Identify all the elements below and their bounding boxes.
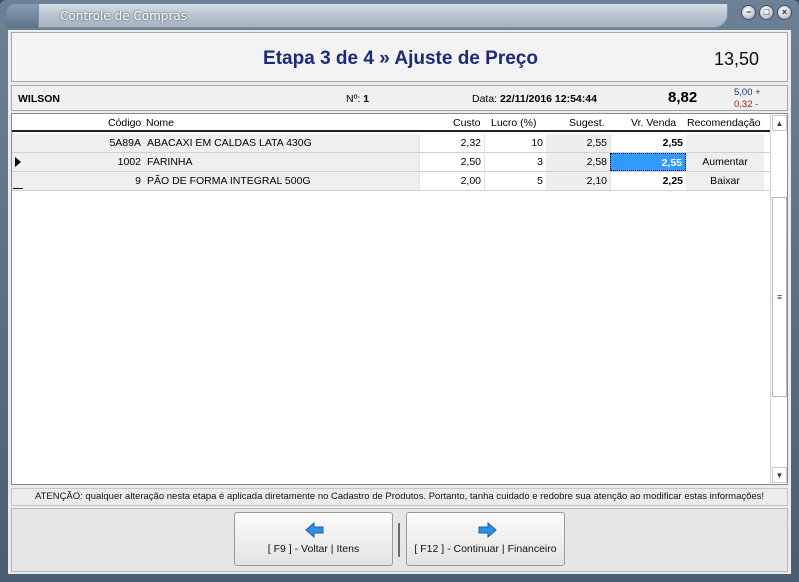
cell-codigo: 9 [28,172,144,190]
minimize-icon: − [745,7,752,17]
scroll-grip-icon: ≡ [777,292,783,302]
client-area: Etapa 3 de 4 » Ajuste de Preço 13,50 WIL… [8,30,791,574]
cell-sugest: 2,55 [546,134,610,152]
arrow-right-icon [478,522,497,538]
scroll-up-button[interactable]: ▲ [772,115,787,131]
warning-message: ATENÇÃO: qualquer alteração nesta etapa … [11,488,788,506]
info-panel: WILSON Nº: 1 Data: 22/11/2016 12:54:44 8… [11,85,788,111]
plus-value: 5,00 + [734,87,761,98]
title-bar[interactable]: Controle de Compras − □ × [0,0,799,30]
row-indicator-cell [12,134,28,152]
number-value: 1 [363,93,370,105]
total-value: 13,50 [713,49,759,69]
cell-custo[interactable]: 2,50 [419,153,484,171]
cell-lucro[interactable]: 5 [484,172,546,190]
maximize-icon: □ [763,7,770,17]
price-grid[interactable]: Código Nome Custo Lucro (%) Sugest. Vr. … [11,113,788,485]
cell-venda[interactable]: 2,25 [610,172,686,190]
cell-nome: ABACAXI EM CALDAS LATA 430G [144,134,419,152]
cell-lucro[interactable]: 3 [484,153,546,171]
cell-nome: PÃO DE FORMA INTEGRAL 500G [144,172,419,190]
window-title: Controle de Compras [60,9,187,23]
close-icon: × [781,7,788,17]
cell-sugest: 2,10 [546,172,610,190]
col-header-recomendacao[interactable]: Recomendação [687,117,761,129]
date-label: Data: [472,93,498,105]
scroll-down-button[interactable]: ▼ [772,467,787,483]
minimize-button[interactable]: − [741,5,756,20]
col-header-nome[interactable]: Nome [146,117,174,129]
cell-sugest: 2,58 [546,153,610,171]
date-field: Data: 22/11/2016 12:54:44 [472,93,597,105]
col-header-codigo[interactable]: Código [108,117,141,129]
supplier-name: WILSON [18,93,60,105]
col-header-custo[interactable]: Custo [453,117,480,129]
cell-recomendacao: Baixar [686,172,764,190]
current-row-arrow-icon [15,157,21,167]
col-header-venda[interactable]: Vr. Venda [631,117,676,129]
scroll-up-icon: ▲ [775,119,784,128]
cell-venda[interactable]: 2,55 [610,134,686,152]
maximize-button[interactable]: □ [759,5,774,20]
cell-recomendacao: Aumentar [686,153,764,171]
date-value: 22/11/2016 12:54:44 [500,93,597,105]
number-field: Nº: 1 [346,93,369,105]
minus-value: 0,32 - [734,99,759,110]
continue-button[interactable]: [ F12 ] - Continuar | Financeiro [406,512,565,566]
grid-header: Código Nome Custo Lucro (%) Sugest. Vr. … [12,114,770,132]
grid-body: Código Nome Custo Lucro (%) Sugest. Vr. … [12,114,770,484]
summary-value: 8,82 [668,89,698,106]
cell-codigo: 1002 [28,153,144,171]
cell-nome: FARINHA [144,153,419,171]
col-header-lucro[interactable]: Lucro (%) [491,117,537,129]
row-indicator-cell [12,172,28,190]
header-panel: Etapa 3 de 4 » Ajuste de Preço 13,50 [11,32,788,82]
footer-bar: [ F9 ] - Voltar | Itens [ F12 ] - Contin… [11,508,788,572]
scroll-down-icon: ▼ [775,471,784,480]
cell-codigo: 5A89A [28,134,144,152]
main-window: Controle de Compras − □ × Etapa 3 de 4 »… [0,0,799,582]
scroll-thumb[interactable]: ≡ [772,197,787,397]
number-label: Nº: [346,93,361,105]
close-button[interactable]: × [777,5,792,20]
cell-custo[interactable]: 2,00 [419,172,484,190]
arrow-left-icon [305,522,324,538]
table-row[interactable]: 5A89A ABACAXI EM CALDAS LATA 430G 2,32 1… [12,134,770,153]
vertical-scrollbar[interactable]: ▲ ≡ ▼ [770,114,787,484]
table-row[interactable]: 9 PÃO DE FORMA INTEGRAL 500G 2,00 5 2,10… [12,172,770,191]
back-button-label: [ F9 ] - Voltar | Itens [267,543,360,555]
cell-venda-selected[interactable]: 2,55 [610,153,686,171]
continue-button-label: [ F12 ] - Continuar | Financeiro [414,543,557,555]
row-marker-icon [13,188,23,189]
col-header-sugest[interactable]: Sugest. [569,117,605,129]
row-indicator-cell [12,153,28,171]
table-row[interactable]: 1002 FARINHA 2,50 3 2,58 2,55 Aumentar [12,153,770,172]
back-button[interactable]: [ F9 ] - Voltar | Itens [234,512,393,566]
cell-recomendacao [686,134,764,152]
cell-lucro[interactable]: 10 [484,134,546,152]
footer-separator [398,523,400,557]
step-title: Etapa 3 de 4 » Ajuste de Preço [263,48,538,69]
cell-custo[interactable]: 2,32 [419,134,484,152]
